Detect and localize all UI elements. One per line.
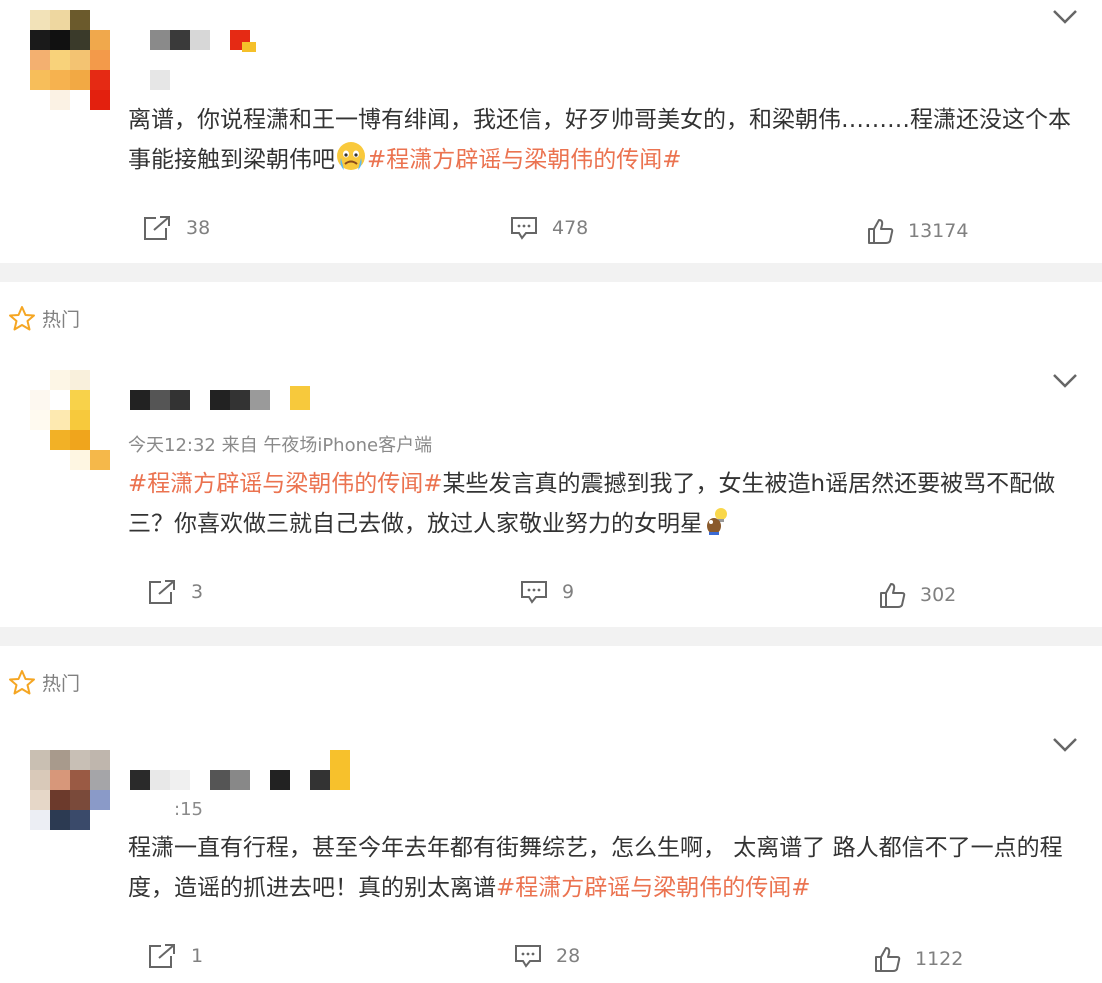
comment-card-2: 热门 今天12:32 来自 午夜场iPhone客户端 #程潇方辟谣与梁朝伟的传闻… — [0, 282, 1102, 627]
star-icon — [9, 306, 35, 331]
chevron-down-icon[interactable] — [1052, 372, 1078, 390]
like-count: 1122 — [915, 948, 964, 970]
thumbs-up-icon — [880, 583, 906, 608]
hashtag-link[interactable]: #程潇方辟谣与梁朝伟的传闻# — [128, 471, 443, 497]
separator — [0, 263, 1102, 282]
repost-action[interactable]: 1 — [147, 941, 203, 971]
avatar[interactable] — [30, 370, 110, 470]
comment-text: 离谱，你说程潇和王一博有绯闻，我还信，好歹帅哥美女的，和梁朝伟………程潇还没这个… — [128, 100, 1073, 185]
comment-card-1: 离谱，你说程潇和王一博有绯闻，我还信，好歹帅哥美女的，和梁朝伟………程潇还没这个… — [0, 0, 1102, 263]
hashtag-link[interactable]: #程潇方辟谣与梁朝伟的传闻# — [367, 147, 682, 173]
repost-count: 38 — [186, 217, 211, 239]
hot-label: 热门 — [8, 669, 80, 695]
hot-label-text: 热门 — [42, 308, 81, 331]
hot-label-text: 热门 — [42, 672, 81, 695]
comment-icon — [521, 581, 547, 604]
like-action[interactable]: 13174 — [866, 216, 968, 246]
comment-action[interactable]: 478 — [510, 213, 588, 243]
username-blurred[interactable] — [130, 386, 320, 410]
repost-count: 3 — [191, 581, 204, 603]
comment-card-3: 热门 :15 程潇一直有行程，甚至今年去年都有街舞综艺，怎么生啊， 太离谱了 路… — [0, 646, 1102, 983]
chevron-down-icon[interactable] — [1052, 736, 1078, 754]
comment-action[interactable]: 28 — [514, 941, 580, 971]
share-icon — [149, 580, 175, 604]
comment-text: #程潇方辟谣与梁朝伟的传闻#某些发言真的震撼到我了，女生被造h谣居然还要被骂不配… — [128, 464, 1073, 549]
hashtag-link[interactable]: #程潇方辟谣与梁朝伟的传闻# — [496, 875, 811, 901]
like-count: 302 — [920, 584, 957, 606]
comment-meta: 今天12:32 来自 午夜场iPhone客户端 — [128, 435, 433, 456]
comment-icon — [511, 217, 537, 240]
crying-face-emoji — [335, 140, 367, 185]
chevron-down-icon[interactable] — [1052, 8, 1078, 26]
comment-count: 28 — [556, 945, 581, 967]
comment-count: 9 — [562, 581, 575, 603]
share-icon — [149, 944, 175, 968]
comment-count: 478 — [552, 217, 589, 239]
comment-meta: :15 — [128, 798, 203, 822]
separator — [0, 627, 1102, 646]
timestamp-blurred — [150, 70, 170, 90]
comment-action[interactable]: 9 — [520, 577, 574, 607]
hot-label: 热门 — [8, 305, 80, 331]
thumbs-up-icon — [868, 219, 894, 244]
username-blurred[interactable] — [130, 750, 350, 790]
like-action[interactable]: 302 — [878, 580, 956, 610]
share-icon — [144, 216, 170, 240]
comment-text: 程潇一直有行程，甚至今年去年都有街舞综艺，怎么生啊， 太离谱了 路人都信不了一点… — [128, 828, 1073, 908]
avatar[interactable] — [30, 10, 110, 110]
lightbulb-emoji — [703, 506, 731, 549]
comment-icon — [515, 945, 541, 968]
thumbs-up-icon — [875, 947, 901, 972]
repost-count: 1 — [191, 945, 204, 967]
avatar[interactable] — [30, 750, 110, 850]
like-action[interactable]: 1122 — [873, 944, 963, 974]
comment-time: :15 — [174, 799, 203, 820]
repost-action[interactable]: 3 — [147, 577, 203, 607]
username-blurred[interactable] — [150, 30, 260, 52]
like-count: 13174 — [908, 220, 969, 242]
repost-action[interactable]: 38 — [142, 213, 210, 243]
star-icon — [9, 670, 35, 695]
